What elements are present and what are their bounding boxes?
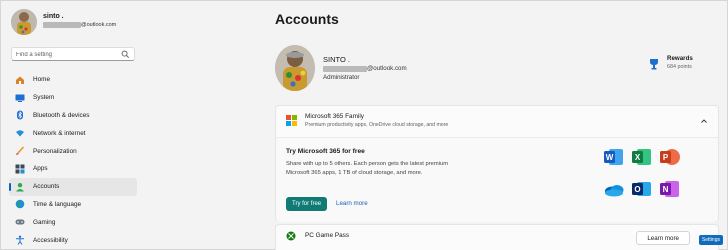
sidebar-item-label: Apps (33, 165, 48, 173)
sidebar-item-label: Gaming (33, 218, 56, 226)
word-icon: W (604, 149, 623, 165)
xbox-icon (286, 231, 296, 241)
sidebar-item-label: Bluetooth & devices (33, 111, 90, 119)
rewards-label: Rewards (667, 55, 693, 62)
sidebar-item-network[interactable]: Network & internet (9, 124, 137, 142)
sidebar-item-label: Time & language (33, 200, 82, 208)
sidebar-nav: Home System Bluetooth & devices Network … (9, 71, 137, 249)
settings-window: sinto . @outlook.com Home (0, 0, 728, 250)
svg-text:P: P (663, 153, 669, 162)
outlook-icon: O (632, 182, 651, 196)
account-email-suffix: @outlook.com (367, 65, 407, 72)
sidebar-item-apps[interactable]: Apps (9, 160, 137, 178)
account-email: @outlook.com (323, 65, 407, 72)
sidebar-item-accessibility[interactable]: Accessibility (9, 231, 137, 249)
sidebar-item-label: Accounts (33, 183, 60, 191)
profile-email-suffix: @outlook.com (81, 22, 117, 28)
bluetooth-icon (15, 110, 25, 120)
pc-game-pass-card[interactable]: PC Game Pass Learn more (275, 224, 719, 250)
onenote-icon: N (660, 181, 679, 197)
powerpoint-icon: P (660, 149, 680, 165)
sidebar-profile[interactable]: sinto . @outlook.com (11, 9, 141, 37)
brush-icon (15, 146, 25, 156)
microsoft-logo-icon (286, 115, 297, 126)
avatar (275, 45, 315, 91)
home-icon (15, 75, 25, 85)
onedrive-icon (605, 185, 624, 197)
offer-title: Try Microsoft 365 for free (286, 148, 365, 155)
card-subtitle: Premium productivity apps, OneDrive clou… (305, 122, 449, 128)
sidebar-item-label: System (33, 94, 55, 102)
redacted-email-block (323, 65, 367, 72)
redacted-email-block (43, 22, 81, 28)
svg-text:N: N (663, 185, 669, 194)
page-title: Accounts (275, 11, 339, 27)
account-name: SINTO . (323, 55, 350, 64)
profile-name: sinto . (43, 13, 64, 20)
learn-more-link[interactable]: Learn more (336, 200, 368, 207)
gamepad-icon (15, 217, 25, 227)
chevron-up-icon[interactable] (700, 117, 708, 125)
sidebar-item-home[interactable]: Home (9, 71, 137, 89)
svg-text:O: O (634, 185, 640, 194)
trophy-icon (650, 59, 658, 70)
svg-text:W: W (606, 153, 614, 162)
account-role: Administrator (323, 74, 360, 81)
sidebar-item-label: Accessibility (33, 236, 68, 244)
sidebar-item-gaming[interactable]: Gaming (9, 213, 137, 231)
microsoft-365-card: Microsoft 365 Family Premium productivit… (275, 105, 719, 222)
try-for-free-button[interactable]: Try for free (286, 197, 328, 211)
apps-icon (15, 164, 25, 174)
main-content: Accounts SINTO . @outlook.com Administra… (275, 1, 719, 250)
globe-icon (15, 199, 25, 209)
search-box[interactable] (11, 47, 135, 61)
sidebar-item-label: Home (33, 76, 51, 84)
system-icon (15, 93, 25, 103)
card-title: Microsoft 365 Family (305, 113, 364, 120)
excel-icon: X (632, 149, 651, 165)
sidebar-item-label: Personalization (33, 147, 77, 155)
sidebar-item-system[interactable]: System (9, 89, 137, 107)
avatar (11, 9, 37, 35)
accounts-icon (15, 182, 25, 192)
svg-text:X: X (635, 153, 641, 162)
account-header: SINTO . @outlook.com Administrator Rewar… (275, 45, 719, 95)
sidebar-item-personalization[interactable]: Personalization (9, 142, 137, 160)
office-apps-grid: W X P O N (604, 148, 684, 210)
accessibility-icon (15, 235, 25, 245)
sidebar-item-bluetooth[interactable]: Bluetooth & devices (9, 107, 137, 125)
rewards-widget[interactable]: Rewards 684 points (649, 55, 709, 75)
card-title: PC Game Pass (305, 232, 350, 239)
sidebar-item-time-language[interactable]: Time & language (9, 196, 137, 214)
sidebar: sinto . @outlook.com Home (1, 1, 141, 250)
rewards-points: 684 points (667, 64, 692, 70)
wifi-icon (15, 128, 25, 138)
offer-description: Share with up to 5 others. Each person g… (286, 161, 449, 176)
notification-bubble[interactable]: Settings (698, 235, 723, 245)
profile-email: @outlook.com (43, 22, 116, 28)
microsoft-365-card-body: Try Microsoft 365 for free Share with up… (276, 137, 718, 222)
microsoft-365-card-header[interactable]: Microsoft 365 Family Premium productivit… (276, 106, 718, 136)
learn-more-button[interactable]: Learn more (636, 231, 690, 245)
sidebar-item-accounts[interactable]: Accounts (9, 177, 137, 196)
search-icon[interactable] (121, 50, 130, 59)
sidebar-item-label: Network & internet (33, 129, 86, 137)
search-input[interactable] (16, 49, 116, 60)
